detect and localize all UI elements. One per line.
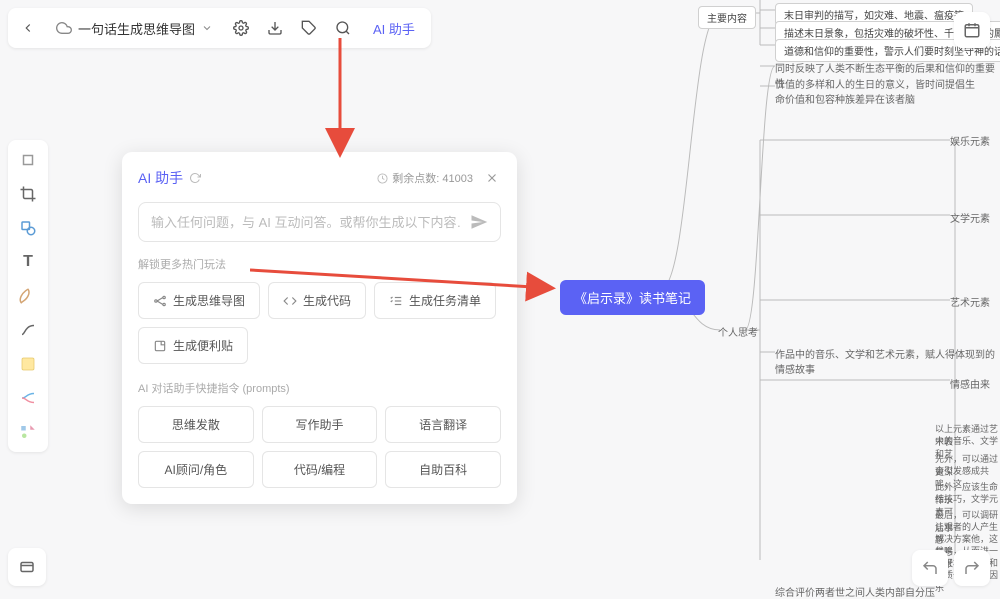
undo-button[interactable] [912,550,948,586]
annotation-arrow-1 [320,38,360,158]
search-button[interactable] [327,12,359,44]
tool-shape[interactable] [12,212,44,244]
action-generate-mindmap[interactable]: 生成思维导图 [138,282,260,319]
gear-icon [233,20,249,36]
mindmap-node[interactable]: 情感由来 [950,376,990,391]
mindmap-branch-label[interactable]: 个人思考 [718,324,758,339]
settings-button[interactable] [225,12,257,44]
layers-button[interactable] [8,548,46,586]
code-icon [283,294,297,308]
branch-icon [19,389,37,407]
tool-mindmap[interactable] [12,382,44,414]
tool-note[interactable] [12,348,44,380]
mindmap-branch-label[interactable]: 主要内容 [698,6,756,29]
ai-prompt-input[interactable] [151,215,462,230]
document-title-chip[interactable]: 一句话生成思维导图 [46,13,223,44]
mindmap-node[interactable]: 综合评价两者世之间人类内部自分压 [775,584,935,599]
tool-text[interactable]: T [12,246,44,278]
mindmap-node[interactable]: 价值的多样和人的生日的意义，皆时间提倡生命价值和包容种族差异在该者脑 [775,76,975,106]
mindmap-icon [153,294,167,308]
clock-icon [377,173,388,184]
top-toolbar: 一句话生成思维导图 AI 助手 [8,8,431,48]
section-label-actions: 解锁更多热门玩法 [138,256,501,272]
send-button[interactable] [470,213,488,231]
calendar-icon [963,21,981,39]
redo-icon [963,559,981,577]
shape-icon [19,219,37,237]
send-icon [470,213,488,231]
pen-icon [19,287,37,305]
prompt-writing[interactable]: 写作助手 [262,406,378,443]
mindmap-node[interactable]: 文学元素 [950,210,990,225]
points-remaining: 剩余点数: 41003 [377,170,473,186]
sticky-note-icon [19,355,37,373]
action-generate-tasklist[interactable]: 生成任务清单 [374,282,496,319]
prompt-translate[interactable]: 语言翻译 [385,406,501,443]
more-shapes-icon [19,423,37,441]
tool-connector[interactable] [12,314,44,346]
document-title: 一句话生成思维导图 [78,19,195,38]
mindmap-root-node[interactable]: 《启示录》读书笔记 [560,280,705,315]
checklist-icon [389,294,403,308]
prompt-brainstorm[interactable]: 思维发散 [138,406,254,443]
chevron-down-icon [201,22,213,34]
prompt-coding[interactable]: 代码/编程 [262,451,378,488]
mindmap-node[interactable]: 艺术元素 [950,294,990,309]
frame-icon [19,151,37,169]
redo-button[interactable] [954,550,990,586]
tag-button[interactable] [293,12,325,44]
search-icon [335,20,351,36]
action-generate-code[interactable]: 生成代码 [268,282,366,319]
sticky-icon [153,339,167,353]
ai-assistant-button[interactable]: AI 助手 [361,13,427,44]
tag-icon [301,20,317,36]
export-icon [267,20,283,36]
cloud-icon [56,20,72,36]
export-button[interactable] [259,12,291,44]
action-generate-sticky[interactable]: 生成便利贴 [138,327,248,364]
section-label-prompts: AI 对话助手快捷指令 (prompts) [138,380,501,396]
left-toolbar: T [8,140,48,452]
ai-panel-title: AI 助手 [138,168,201,188]
mindmap-node[interactable]: 娱乐元素 [950,133,990,148]
history-controls [912,550,990,586]
ai-input-row [138,202,501,242]
layers-icon [18,558,36,576]
crop-icon [19,185,37,203]
tool-crop[interactable] [12,178,44,210]
tool-more[interactable] [12,416,44,448]
prompt-wiki[interactable]: 自助百科 [385,451,501,488]
text-icon: T [23,253,33,271]
undo-icon [921,559,939,577]
mindmap-node[interactable]: 作品中的音乐、文学和艺术元素，赋人得体现到的情感故事 [775,346,1000,376]
refresh-icon[interactable] [189,172,201,184]
ai-assistant-panel: AI 助手 剩余点数: 41003 解锁更多热门玩法 生成思维导图 生成代码 [122,152,517,504]
calendar-button[interactable] [954,12,990,48]
close-icon [485,171,499,185]
tool-select[interactable] [12,144,44,176]
close-button[interactable] [483,169,501,187]
prompt-advisor[interactable]: AI顾问/角色 [138,451,254,488]
tool-pen[interactable] [12,280,44,312]
connector-icon [19,321,37,339]
back-button[interactable] [12,12,44,44]
